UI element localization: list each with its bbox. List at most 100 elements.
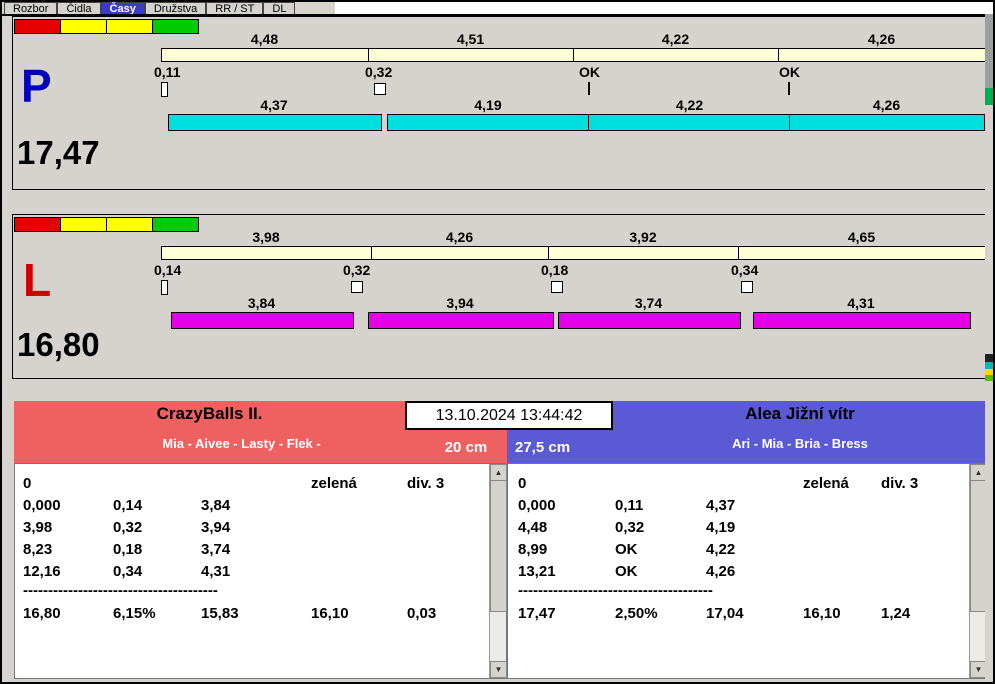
cell: 4,26 [706,562,736,580]
cell-ref-time: 16,10 [803,604,841,622]
lap-bar [588,114,792,131]
cell-diff: 0,03 [407,604,437,622]
cell-net-time: 15,83 [201,604,239,622]
cell: 0 [23,474,32,492]
split-label: 3,92 [629,229,657,245]
strip-segment [985,14,993,88]
strip-segment [985,362,993,369]
lane-panel-right-p: 4,48 4,51 4,22 4,26 0,11 0,32 OK OK 4,37… [12,16,989,190]
strip-segment [985,375,993,381]
cell: 8,23 [23,540,53,558]
light-yellow-2 [106,217,153,232]
sensor-label: OK [579,64,600,80]
run-data-panel-right: 0 zelená div. 3 0,000 0,11 4,37 4,48 0,3… [507,463,987,679]
cell: div. 3 [407,474,445,492]
cell: 3,74 [201,540,231,558]
tab-rozbor[interactable]: Rozbor [4,2,58,14]
cell: 0,14 [113,496,143,514]
cell: OK [615,540,638,558]
sensor-label: 0,18 [541,262,569,278]
lap-bar [168,114,382,131]
cell: 13,21 [518,562,556,580]
tab-casy[interactable]: Časy [100,2,145,14]
split-label: 4,22 [661,31,690,47]
cell: zelená [803,474,849,492]
light-red [14,217,61,232]
table-row: 8,99 OK 4,22 [508,538,969,560]
tab-druzstva[interactable]: Družstva [144,2,207,14]
jump-height-right: 27,5 cm [515,439,571,456]
cell-total-time: 16,80 [23,604,61,622]
split-segment [548,246,739,260]
cell: 12,16 [23,562,61,580]
split-label: 3,98 [252,229,280,245]
lap-label: 3,74 [634,295,663,311]
cell: 0,32 [113,518,143,536]
cell: 3,94 [201,518,231,536]
sensor-tick [588,82,590,95]
table-row: 12,16 0,34 4,31 [15,560,489,582]
cell: 4,31 [201,562,231,580]
sensor-mark-bar [161,82,168,97]
sensor-label: 0,14 [154,262,182,278]
light-red [14,19,61,34]
scroll-up-button[interactable]: ▲ [490,464,507,481]
strip-segment [985,88,993,105]
tab-rr-st[interactable]: RR / ST [206,2,264,14]
team-name-right: Alea Jižní vítr [745,404,855,423]
split-segment [371,246,549,260]
lap-label: 3,84 [247,295,276,311]
cell: 0,34 [113,562,143,580]
lap-bar [387,114,591,131]
split-segment [161,246,372,260]
split-segment [738,246,986,260]
scroll-down-icon: ▼ [494,665,503,674]
table-row: 4,48 0,32 4,19 [508,516,969,538]
totals-row: 17,47 2,50% 17,04 16,10 1,24 [508,602,969,624]
tab-dl[interactable]: DL [263,2,296,14]
split-label: 4,26 [867,31,896,47]
light-yellow-1 [60,19,107,34]
scroll-down-button[interactable]: ▼ [490,661,507,678]
lap-bar [171,312,354,329]
cell-percent: 2,50% [615,604,658,622]
cell: 3,98 [23,518,53,536]
cell-total-time: 17,47 [518,604,556,622]
table-row: 8,23 0,18 3,74 [15,538,489,560]
sensor-tick [788,82,790,95]
split-segment [161,48,369,62]
separator-row: --------------------------------------- [508,581,969,599]
light-yellow-1 [60,217,107,232]
run-data-panel-left: 0 zelená div. 3 0,000 0,14 3,84 3,98 0,3… [14,463,507,679]
lane-total-p: 17,47 [17,134,100,171]
separator: --------------------------------------- [23,581,218,599]
run-table-left[interactable]: 0 zelená div. 3 0,000 0,14 3,84 3,98 0,3… [15,464,489,678]
tab-cidla[interactable]: Čidla [57,2,101,14]
cell: 0 [518,474,527,492]
sensor-label: 0,11 [154,64,181,80]
sensor-checkbox [374,83,386,95]
cell-ref-time: 16,10 [311,604,349,622]
cell: 0,11 [615,496,644,514]
tab-bar: Rozbor Čidla Časy Družstva RR / ST DL [4,2,296,14]
table-row: 3,98 0,32 3,94 [15,516,489,538]
jump-height-left: 20 cm [444,439,488,456]
scrollbar[interactable]: ▲ ▼ [489,464,507,678]
lap-label: 4,31 [847,295,875,311]
scroll-thumb[interactable] [490,480,507,612]
team-lineup-left: Mia - Aivee - Lasty - Flek - [162,436,321,451]
split-track-bar [161,48,986,62]
sensor-checkbox [551,281,563,293]
table-row: 13,21 OK 4,26 [508,560,969,582]
light-yellow-2 [106,19,153,34]
run-table-right[interactable]: 0 zelená div. 3 0,000 0,11 4,37 4,48 0,3… [508,464,969,678]
split-segment [368,48,574,62]
scrollbar[interactable]: ▲ ▼ [969,464,987,678]
strip-segment [985,2,993,14]
cell: OK [615,562,638,580]
cell: 3,84 [201,496,231,514]
sensor-label: 0,32 [365,64,393,80]
team-name-left: CrazyBalls II. [156,404,263,423]
table-row: 0 zelená div. 3 [508,472,969,494]
separator: --------------------------------------- [518,581,713,599]
